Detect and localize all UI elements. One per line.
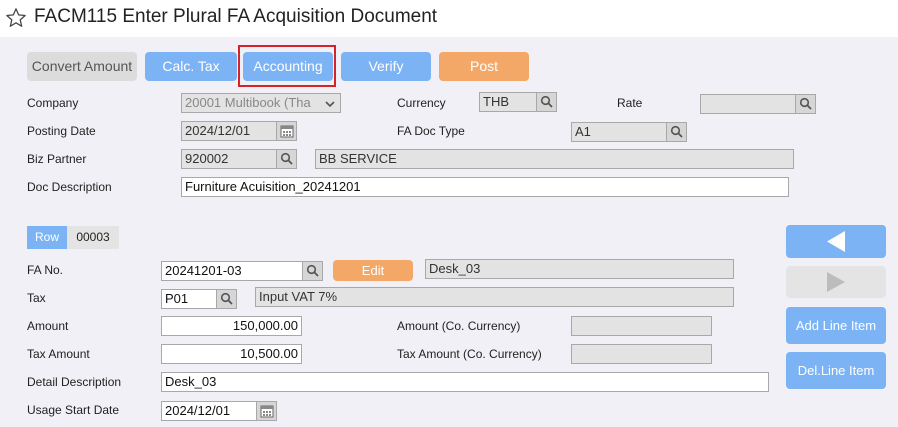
fa-no-search-icon[interactable] xyxy=(303,261,323,281)
tax-label: Tax xyxy=(27,291,46,305)
del-line-item-button[interactable]: Del.Line Item xyxy=(786,352,886,389)
triangle-left-icon xyxy=(827,231,845,252)
rate-field[interactable] xyxy=(700,94,796,114)
posting-date-field[interactable]: 2024/12/01 xyxy=(181,121,277,141)
usage-start-date-label: Usage Start Date xyxy=(27,403,120,417)
fa-doc-type-label: FA Doc Type xyxy=(397,124,465,138)
amount-co-currency-field xyxy=(571,316,712,336)
rate-label: Rate xyxy=(617,96,643,110)
fa-no-label: FA No. xyxy=(27,263,64,277)
doc-description-label: Doc Description xyxy=(27,180,112,194)
calendar-icon[interactable] xyxy=(277,121,297,141)
tax-amount-co-currency-label: Tax Amount (Co. Currency) xyxy=(397,347,542,361)
edit-button[interactable]: Edit xyxy=(333,260,413,281)
tax-name-field: Input VAT 7% xyxy=(255,287,734,307)
biz-partner-code-field[interactable]: 920002 xyxy=(181,149,277,169)
tax-amount-label: Tax Amount xyxy=(27,347,90,361)
currency-search-icon[interactable] xyxy=(537,92,557,112)
convert-amount-button[interactable]: Convert Amount xyxy=(27,52,137,81)
add-line-item-button[interactable]: Add Line Item xyxy=(786,307,886,344)
company-select[interactable]: 20001 Multibook (Tha xyxy=(181,93,341,113)
posting-date-label: Posting Date xyxy=(27,124,96,138)
detail-description-field[interactable]: Desk_03 xyxy=(161,372,769,392)
fa-doc-type-search-icon[interactable] xyxy=(667,122,687,142)
amount-field[interactable]: 150,000.00 xyxy=(161,316,302,336)
fa-doc-type-field[interactable]: A1 xyxy=(571,122,667,142)
row-tab[interactable]: Row xyxy=(27,226,67,249)
post-button[interactable]: Post xyxy=(439,52,529,81)
company-value: 20001 Multibook (Tha xyxy=(185,95,311,110)
triangle-right-icon xyxy=(827,272,845,292)
favorite-star-icon[interactable] xyxy=(5,7,27,29)
doc-description-field[interactable]: Furniture Acuisition_20241201 xyxy=(181,177,789,197)
rate-search-icon[interactable] xyxy=(796,94,816,114)
calendar-icon[interactable] xyxy=(257,401,277,421)
chevron-down-icon xyxy=(324,97,336,112)
biz-partner-search-icon[interactable] xyxy=(277,149,297,169)
company-label: Company xyxy=(27,96,79,110)
tax-search-icon[interactable] xyxy=(217,289,237,309)
tax-amount-field[interactable]: 10,500.00 xyxy=(161,344,302,364)
amount-label: Amount xyxy=(27,319,69,333)
tax-code-field[interactable]: P01 xyxy=(161,289,217,309)
biz-partner-name-field: BB SERVICE xyxy=(315,149,794,169)
currency-label: Currency xyxy=(397,96,446,110)
highlight-box xyxy=(238,45,336,87)
row-number: 00003 xyxy=(67,226,119,249)
previous-line-button[interactable] xyxy=(786,225,886,258)
calc-tax-button[interactable]: Calc. Tax xyxy=(145,52,237,81)
currency-field[interactable]: THB xyxy=(479,92,537,112)
detail-description-label: Detail Description xyxy=(27,375,122,389)
usage-start-date-field[interactable]: 2024/12/01 xyxy=(161,401,257,421)
next-line-button[interactable] xyxy=(786,266,886,298)
fa-name-field: Desk_03 xyxy=(425,259,734,279)
amount-co-currency-label: Amount (Co. Currency) xyxy=(397,319,521,333)
fa-no-field[interactable]: 20241201-03 xyxy=(161,261,303,281)
verify-button[interactable]: Verify xyxy=(341,52,431,81)
page-title: FACM115 Enter Plural FA Acquisition Docu… xyxy=(34,6,438,27)
title-bar: FACM115 Enter Plural FA Acquisition Docu… xyxy=(0,0,898,36)
tax-amount-co-currency-field xyxy=(571,344,712,364)
biz-partner-label: Biz Partner xyxy=(27,152,87,166)
